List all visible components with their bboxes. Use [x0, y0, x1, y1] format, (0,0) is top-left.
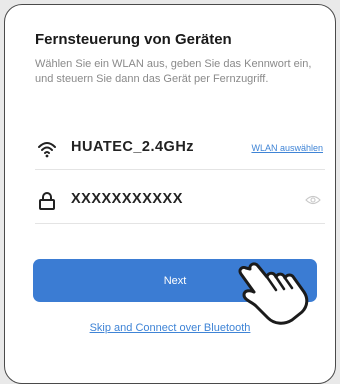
- wifi-icon: [38, 142, 56, 158]
- dialog-title: Fernsteuerung von Geräten: [35, 31, 232, 48]
- hand-pointer-icon: [238, 262, 309, 325]
- lock-icon: [39, 192, 55, 210]
- wifi-ssid: HUATEC_2.4GHz: [71, 139, 195, 155]
- password-value: XXXXXXXXXXX: [71, 191, 183, 207]
- eye-icon[interactable]: [305, 194, 321, 206]
- dialog-description: Wählen Sie ein WLAN aus, geben Sie das K…: [35, 58, 312, 85]
- bluetooth-link[interactable]: Skip and Connect over Bluetooth: [0, 322, 340, 334]
- password-field[interactable]: XXXXXXXXXXX: [35, 188, 325, 214]
- select-wlan-link[interactable]: WLAN auswählen: [251, 143, 323, 153]
- divider: [35, 169, 325, 170]
- wifi-row[interactable]: HUATEC_2.4GHz WLAN auswählen: [35, 136, 325, 162]
- divider: [35, 223, 325, 224]
